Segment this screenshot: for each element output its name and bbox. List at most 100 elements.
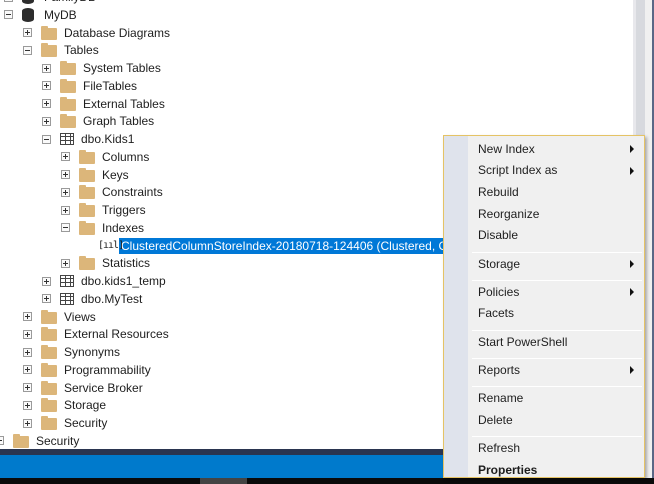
expand-icon[interactable] [23,28,32,37]
tree-node-system-tables[interactable]: System Tables [42,59,163,77]
tree-node-tables[interactable]: Tables [23,41,101,59]
collapse-icon[interactable] [42,134,51,144]
folder-icon [41,380,57,395]
tree-node-filetables[interactable]: FileTables [42,77,139,95]
expand-icon[interactable] [23,312,32,321]
menu-item-storage[interactable]: Storage [468,253,644,274]
expand-icon[interactable] [23,418,32,428]
expand-icon[interactable] [61,152,70,162]
tree-node-synonyms[interactable]: Synonyms [23,343,122,361]
tree-node-graph-tables[interactable]: Graph Tables [42,112,156,130]
tree-node-external-resources[interactable]: External Resources [23,325,171,343]
tree-node-security[interactable]: Security [23,414,109,432]
tree-node-triggers[interactable]: Triggers [61,201,148,219]
tree-node-label: Triggers [102,203,146,217]
expand-icon[interactable] [23,383,32,392]
menu-item-refresh[interactable]: Refresh [468,437,644,458]
tree-node-label: Keys [102,167,129,182]
expand-icon[interactable] [42,294,51,304]
menu-item-label: Properties [478,462,538,477]
tree-node-label: Synonyms [64,345,121,359]
table-icon [60,275,74,287]
expand-icon[interactable] [61,205,70,215]
taskbar-item[interactable] [200,478,247,484]
folder-icon [79,149,95,164]
tree-node-label: Security [64,416,108,430]
collapse-icon[interactable] [23,45,32,55]
menu-item-disable[interactable]: Disable [468,225,644,246]
menu-item-delete[interactable]: Delete [468,409,644,430]
tree-node-external-tables[interactable]: External Tables [42,95,167,113]
folder-icon [60,78,76,93]
expand-icon[interactable] [42,276,51,286]
menu-item-rename[interactable]: Rename [468,388,644,409]
tree-node-label: External Resources [64,327,169,342]
tree-node-constraints[interactable]: Constraints [61,183,165,201]
expand-icon[interactable] [61,170,70,179]
folder-icon [41,362,57,377]
expand-icon[interactable] [42,81,51,91]
expand-icon[interactable] [42,99,51,108]
context-menu: New Index Script Index as Rebuild Reorganiz… [443,135,645,478]
tree-node-columns[interactable]: Columns [61,148,151,166]
folder-icon [79,203,95,217]
menu-item-reorganize[interactable]: Reorganize [468,203,644,224]
collapse-icon[interactable] [61,223,70,233]
menu-item-policies[interactable]: Policies [468,281,644,302]
tree-node-label: Graph Tables [83,114,155,129]
tree-node-security[interactable]: Security [0,432,81,449]
tree-node-dbo-mytest[interactable]: dbo.MyTest [42,290,144,308]
tree-node-label: dbo.kids1_temp [81,274,166,288]
expand-icon[interactable] [23,347,32,357]
index-icon: [ııl] [98,239,124,251]
folder-icon [13,433,29,448]
menu-item-facets[interactable]: Facets [468,303,644,324]
tree-node-label: Storage [64,398,107,413]
tree-node-label: Tables [64,43,99,58]
expand-icon[interactable] [4,0,13,2]
expand-icon[interactable] [61,258,70,268]
tree-node-statistics[interactable]: Statistics [61,254,152,272]
menu-item-reports[interactable]: Reports [468,359,644,380]
tree-node-storage[interactable]: Storage [23,396,108,414]
tree-node-dbo-kids1[interactable]: dbo.Kids1 [42,130,136,148]
menu-item-label: Script Index as [478,163,558,178]
menu-item-label: Rename [478,391,524,405]
folder-icon [60,61,76,75]
expand-icon[interactable] [61,187,70,197]
tree-node-views[interactable]: Views [23,308,98,326]
menu-item-script-index-as[interactable]: Script Index as [468,160,644,181]
menu-item-label: Reports [478,362,521,377]
tree-node-label: Views [64,309,96,324]
window-edge [645,0,654,484]
tree-node-keys[interactable]: Keys [61,166,131,184]
expand-icon[interactable] [23,365,32,375]
tree-node-programmability[interactable]: Programmability [23,361,153,379]
tree-node-database-diagrams[interactable]: Database Diagrams [23,24,172,42]
tree-node-label: Columns [102,149,150,164]
menu-item-label: Delete [478,412,513,427]
expand-icon[interactable] [42,116,51,126]
expand-icon[interactable] [23,329,32,339]
menu-item-rebuild[interactable]: Rebuild [468,181,644,202]
menu-item-start-powershell[interactable]: Start PowerShell [468,331,644,352]
tree-node-mydb[interactable]: MyDB [4,6,79,24]
tree-node-dbo-kids1-temp[interactable]: dbo.kids1_temp [42,272,168,290]
expand-icon[interactable] [23,400,32,410]
tree-node-label: Statistics [102,256,151,271]
tree-node-indexes[interactable]: Indexes [61,219,146,237]
menu-item-label: Refresh [478,440,521,455]
menu-item-new-index[interactable]: New Index [468,138,644,159]
expand-icon[interactable] [42,63,51,73]
folder-icon [41,25,57,40]
folder-icon [41,327,57,342]
tree-node-service-broker[interactable]: Service Broker [23,379,145,397]
collapse-icon[interactable] [4,10,13,20]
folder-icon [41,345,57,359]
folder-icon [41,43,57,58]
menu-item-label: Reorganize [478,206,540,221]
expand-icon[interactable] [0,436,4,446]
menu-item-label: Rebuild [478,184,519,199]
menu-item-properties[interactable]: Properties [468,459,644,480]
table-icon [60,133,74,145]
